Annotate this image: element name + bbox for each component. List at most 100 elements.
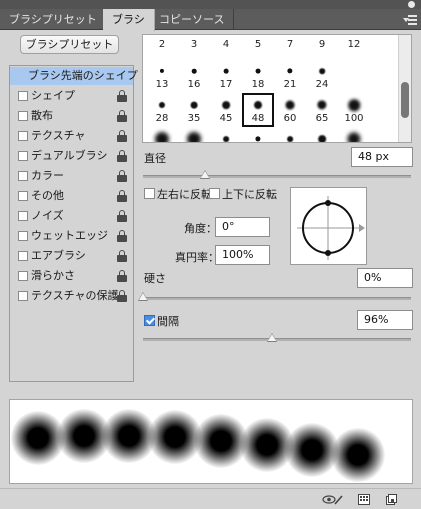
spacing-checkbox[interactable] — [144, 315, 155, 326]
brush-option-item[interactable]: ウェットエッジ — [10, 227, 133, 245]
roundness-field[interactable]: 100% — [215, 245, 270, 265]
brush-tip-cell[interactable]: 65 — [306, 93, 338, 127]
panel-menu-icon[interactable] — [403, 15, 417, 25]
brush-option-item[interactable]: テクスチャの保護 — [10, 287, 133, 305]
diameter-slider[interactable] — [143, 175, 411, 178]
angle-field[interactable]: 0° — [215, 217, 270, 237]
brush-tip-cell[interactable]: 13 — [146, 59, 178, 93]
brush-presets-button[interactable]: ブラシプリセット — [20, 35, 119, 54]
brush-option-item[interactable]: その他 — [10, 187, 133, 205]
brush-size-label: 16 — [187, 79, 201, 90]
scrollbar-thumb[interactable] — [401, 82, 409, 118]
option-checkbox[interactable] — [18, 231, 28, 241]
brush-tip-cell[interactable]: 25 — [210, 127, 242, 142]
spacing-slider-handle[interactable] — [266, 333, 277, 342]
lock-icon[interactable] — [117, 210, 127, 222]
brush-tip-dot — [347, 132, 361, 142]
option-checkbox[interactable] — [18, 271, 28, 281]
flip-y-checkbox[interactable] — [209, 188, 220, 199]
brush-tip-cell[interactable]: 500 — [178, 127, 210, 142]
option-checkbox[interactable] — [18, 251, 28, 261]
brush-tip-cell[interactable]: 45 — [306, 127, 338, 142]
brush-size-label: 12 — [347, 39, 361, 50]
brush-tip-cell[interactable]: 18 — [242, 59, 274, 93]
brush-tip-grid[interactable]: 2345791213161718212428354548606510030050… — [142, 34, 412, 143]
brush-option-item[interactable]: エアブラシ — [10, 247, 133, 265]
brush-tip-cell[interactable]: 35 — [178, 93, 210, 127]
option-checkbox[interactable] — [18, 291, 28, 301]
option-checkbox[interactable] — [18, 151, 28, 161]
brush-option-item[interactable]: 滑らかさ — [10, 267, 133, 285]
lock-icon[interactable] — [117, 110, 127, 122]
brush-option-item[interactable]: 散布 — [10, 107, 133, 125]
brush-size-label: 3 — [190, 39, 198, 50]
brush-size-label: 60 — [283, 113, 297, 124]
lock-icon[interactable] — [117, 230, 127, 242]
brush-option-item[interactable]: テクスチャ — [10, 127, 133, 145]
brush-tip-cell[interactable]: 45 — [210, 93, 242, 127]
lock-icon[interactable] — [117, 190, 127, 202]
angle-roundness-widget[interactable] — [290, 187, 367, 265]
brush-tip-cell[interactable]: 21 — [274, 59, 306, 93]
brush-option-item[interactable]: シェイプ — [10, 87, 133, 105]
option-checkbox[interactable] — [18, 131, 28, 141]
flip-x-checkbox[interactable] — [144, 188, 155, 199]
brush-size-label: 13 — [155, 79, 169, 90]
option-checkbox[interactable] — [18, 91, 28, 101]
option-checkbox[interactable] — [18, 111, 28, 121]
option-checkbox[interactable] — [18, 211, 28, 221]
stroke-dab — [331, 427, 385, 482]
lock-icon[interactable] — [117, 170, 127, 182]
brush-tip-cell[interactable]: 28 — [146, 93, 178, 127]
option-label: ブラシ先端のシェイプ — [28, 69, 138, 82]
eye-brush-icon[interactable] — [322, 494, 344, 505]
brush-tip-cell[interactable]: 60 — [274, 93, 306, 127]
collapse-icon[interactable] — [408, 1, 415, 8]
lock-icon[interactable] — [117, 150, 127, 162]
option-label: エアブラシ — [31, 249, 86, 262]
brush-tip-cell[interactable]: 131 — [338, 127, 370, 142]
spacing-slider[interactable] — [143, 338, 411, 341]
brush-tip-dot — [318, 135, 326, 142]
option-label: テクスチャの保護 — [31, 289, 119, 302]
grid-icon[interactable] — [358, 494, 370, 505]
brush-option-item[interactable]: カラー — [10, 167, 133, 185]
brush-tip-cell[interactable]: 17 — [210, 59, 242, 93]
brush-tip-cell[interactable]: 300 — [146, 127, 178, 142]
brush-tip-cell[interactable]: 16 — [178, 59, 210, 93]
option-label: 滑らかさ — [31, 269, 75, 282]
brush-tip-cell[interactable]: 24 — [306, 59, 338, 93]
new-preset-icon[interactable] — [386, 494, 397, 505]
hardness-slider-handle[interactable] — [138, 292, 148, 301]
lock-icon[interactable] — [117, 290, 127, 302]
lock-icon[interactable] — [117, 90, 127, 102]
angle-compass-icon — [297, 196, 365, 260]
brush-option-item[interactable]: ブラシ先端のシェイプ — [10, 67, 138, 85]
brush-size-label: 5 — [254, 39, 262, 50]
lock-icon[interactable] — [117, 270, 127, 282]
brush-tip-cell[interactable]: 12 — [338, 35, 370, 69]
hardness-field[interactable]: 0% — [357, 268, 413, 288]
brush-size-label: 7 — [286, 39, 294, 50]
lock-icon[interactable] — [117, 130, 127, 142]
brush-stroke-preview — [9, 399, 413, 484]
brush-tip-cell[interactable]: 48 — [242, 93, 274, 127]
brush-option-item[interactable]: ノイズ — [10, 207, 133, 225]
hardness-slider[interactable] — [143, 297, 411, 300]
panel-titlebar — [0, 0, 421, 9]
option-checkbox[interactable] — [18, 191, 28, 201]
brush-tip-cell[interactable]: 20 — [242, 127, 274, 142]
tab-brush-presets[interactable]: ブラシプリセット — [0, 9, 107, 30]
brush-option-item[interactable]: デュアルブラシ — [10, 147, 133, 165]
tab-clone-source[interactable]: コピーソース — [150, 9, 235, 30]
brush-grid-scrollbar[interactable] — [398, 35, 411, 142]
diameter-field[interactable]: 48 px — [351, 147, 413, 167]
lock-icon[interactable] — [117, 250, 127, 262]
option-checkbox[interactable] — [18, 171, 28, 181]
tab-brush[interactable]: ブラシ — [103, 9, 155, 31]
brush-tip-cell[interactable]: 100 — [338, 93, 370, 127]
brush-tip-cell[interactable]: 25 — [274, 127, 306, 142]
spacing-field[interactable]: 96% — [357, 310, 413, 330]
brush-size-label: 18 — [251, 79, 265, 90]
diameter-slider-handle[interactable] — [199, 170, 210, 179]
